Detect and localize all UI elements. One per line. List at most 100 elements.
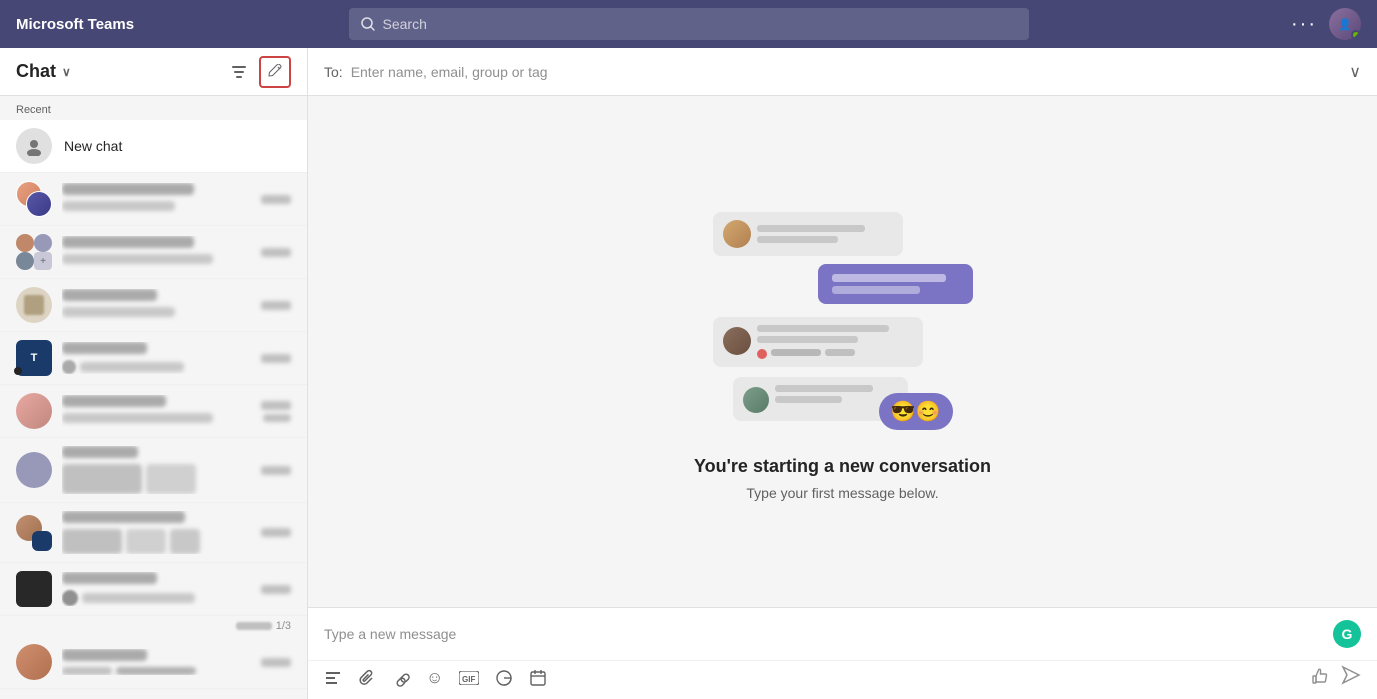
link-button[interactable] bbox=[392, 669, 410, 687]
chat-preview bbox=[62, 254, 213, 264]
new-chat-compose-button[interactable] bbox=[259, 56, 291, 88]
attach-button[interactable] bbox=[358, 669, 376, 687]
chat-title-button[interactable]: Chat ∨ bbox=[16, 61, 71, 82]
chat-time bbox=[261, 528, 291, 537]
like-button[interactable] bbox=[1311, 667, 1329, 690]
top-right-actions: ··· 👤 bbox=[1291, 8, 1361, 40]
user-avatar[interactable]: 👤 bbox=[1329, 8, 1361, 40]
search-icon bbox=[361, 17, 375, 31]
list-item[interactable] bbox=[0, 503, 307, 563]
app-title: Microsoft Teams bbox=[16, 16, 134, 33]
chat-meta bbox=[261, 466, 291, 475]
chat-time bbox=[261, 466, 291, 475]
chat-meta bbox=[261, 248, 291, 257]
emoji-button[interactable]: ☺ bbox=[426, 668, 443, 688]
presence-dot bbox=[14, 367, 22, 375]
chat-name bbox=[62, 511, 185, 523]
list-item[interactable]: + bbox=[0, 226, 307, 279]
pagination: 1/3 bbox=[0, 616, 307, 636]
list-item[interactable] bbox=[0, 173, 307, 226]
chat-time bbox=[261, 301, 291, 310]
chat-chevron-icon: ∨ bbox=[62, 65, 71, 79]
main-content: Chat ∨ Recent bbox=[0, 48, 1377, 699]
to-field: To: ∨ bbox=[308, 48, 1377, 96]
new-chat-item[interactable]: New chat bbox=[0, 120, 307, 173]
chat-time bbox=[261, 195, 291, 204]
conversation-area: 😎😊 You're starting a new conversation Ty… bbox=[308, 96, 1377, 607]
toolbar-row: ☺ GIF bbox=[308, 661, 1377, 699]
schedule-button[interactable] bbox=[529, 669, 547, 687]
chat-item-content bbox=[62, 511, 251, 554]
sidebar-actions bbox=[223, 56, 291, 88]
gif-button[interactable]: GIF bbox=[459, 671, 479, 685]
chat-item-content bbox=[62, 572, 251, 606]
conversation-title: You're starting a new conversation bbox=[694, 456, 991, 477]
chat-time bbox=[261, 401, 291, 410]
filter-icon bbox=[231, 64, 247, 80]
list-item[interactable] bbox=[0, 385, 307, 438]
new-chat-avatar-icon bbox=[16, 128, 52, 164]
collapse-button[interactable]: ∨ bbox=[1349, 62, 1361, 82]
chat-meta bbox=[261, 301, 291, 310]
message-input[interactable] bbox=[324, 626, 1325, 642]
chat-time bbox=[261, 354, 291, 363]
chat-preview bbox=[62, 413, 213, 423]
chat-name bbox=[62, 183, 194, 195]
chat-meta bbox=[261, 585, 291, 594]
to-input[interactable] bbox=[351, 64, 1350, 80]
new-chat-label: New chat bbox=[64, 138, 122, 154]
chat-time bbox=[261, 658, 291, 667]
list-item[interactable] bbox=[0, 279, 307, 332]
illustration-bubble-3 bbox=[713, 317, 923, 367]
send-button[interactable] bbox=[1341, 665, 1361, 691]
search-bar[interactable] bbox=[349, 8, 1029, 40]
sidebar-header: Chat ∨ bbox=[0, 48, 307, 96]
message-input-row: G bbox=[308, 608, 1377, 661]
format-text-button[interactable] bbox=[324, 669, 342, 687]
chat-meta bbox=[261, 195, 291, 204]
chat-item-content bbox=[62, 395, 251, 427]
to-label: To: bbox=[324, 64, 343, 80]
chat-meta bbox=[261, 401, 291, 422]
chat-list: + bbox=[0, 173, 307, 699]
chat-item-content bbox=[62, 236, 251, 268]
compose-icon bbox=[267, 64, 283, 80]
sticker-button[interactable] bbox=[495, 669, 513, 687]
list-item[interactable] bbox=[0, 636, 307, 689]
chat-preview bbox=[82, 593, 195, 603]
top-bar: Microsoft Teams ··· 👤 bbox=[0, 0, 1377, 48]
illustration-emoji-bubble: 😎😊 bbox=[879, 393, 953, 430]
chat-preview bbox=[80, 362, 184, 372]
message-area: G bbox=[308, 607, 1377, 699]
toolbar-right bbox=[1311, 665, 1361, 691]
list-item[interactable]: T bbox=[0, 332, 307, 385]
chat-preview bbox=[62, 307, 175, 317]
conversation-subtitle: Type your first message below. bbox=[746, 485, 938, 501]
more-options-button[interactable]: ··· bbox=[1291, 13, 1317, 36]
chat-name bbox=[62, 446, 138, 458]
chat-name bbox=[62, 236, 194, 248]
filter-button[interactable] bbox=[223, 56, 255, 88]
page-indicator: 1/3 bbox=[276, 620, 291, 632]
grammarly-button[interactable]: G bbox=[1333, 620, 1361, 648]
search-input[interactable] bbox=[383, 16, 1017, 32]
chat-name bbox=[62, 649, 147, 661]
recent-label: Recent bbox=[0, 96, 307, 120]
illustration-bubble-2 bbox=[818, 264, 973, 304]
chat-time bbox=[261, 248, 291, 257]
chat-meta bbox=[261, 528, 291, 537]
chat-name bbox=[62, 395, 166, 407]
chat-item-content bbox=[62, 183, 251, 215]
chat-meta bbox=[261, 658, 291, 667]
chat-illustration: 😎😊 bbox=[703, 202, 983, 432]
chat-preview bbox=[62, 201, 175, 211]
chat-time bbox=[261, 585, 291, 594]
avatar-initials: 👤 bbox=[1338, 18, 1352, 31]
chat-item-content bbox=[62, 342, 251, 374]
svg-text:GIF: GIF bbox=[462, 675, 475, 684]
list-item[interactable] bbox=[0, 563, 307, 616]
chat-name bbox=[62, 572, 157, 584]
chat-name bbox=[62, 289, 157, 301]
chat-item-content bbox=[62, 446, 251, 494]
list-item[interactable] bbox=[0, 438, 307, 503]
